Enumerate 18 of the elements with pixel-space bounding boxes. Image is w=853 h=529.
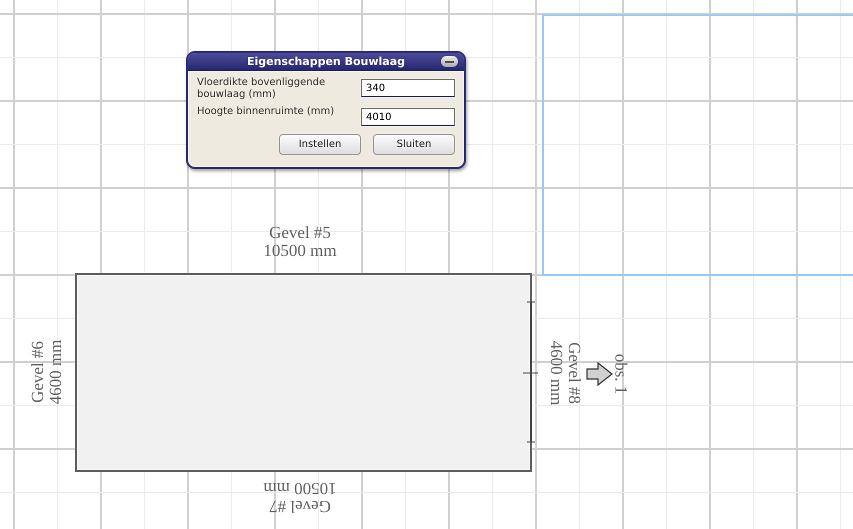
input-field[interactable]: 4010 xyxy=(361,108,455,126)
input-field[interactable]: 340 xyxy=(361,79,455,97)
facade-length: 4600 mm xyxy=(547,340,565,406)
facade-name: Gevel #6 xyxy=(29,341,47,403)
facade-length: 10500 mm xyxy=(263,242,337,260)
minimize-icon[interactable] xyxy=(441,56,458,67)
field-label: Hoogte binnenruimte (mm) xyxy=(197,106,336,118)
field-label: Vloerdikte bovenliggende bouwlaag (mm) xyxy=(197,77,326,101)
dialog-button[interactable]: Instellen xyxy=(279,134,361,155)
facade-name: Gevel #7 xyxy=(269,497,331,515)
facade-name: Gevel #8 xyxy=(565,342,583,404)
dialog-button[interactable]: Sluiten xyxy=(373,134,455,155)
observation-label: obs. 1 xyxy=(610,354,630,394)
facade-name: Gevel #5 xyxy=(269,224,331,242)
dialog-title: Eigenschappen Bouwlaag xyxy=(246,55,406,68)
arrow-icon[interactable] xyxy=(586,362,613,386)
facade-length: 10500 mm xyxy=(263,479,337,497)
facade-length: 4600 mm xyxy=(47,340,65,404)
